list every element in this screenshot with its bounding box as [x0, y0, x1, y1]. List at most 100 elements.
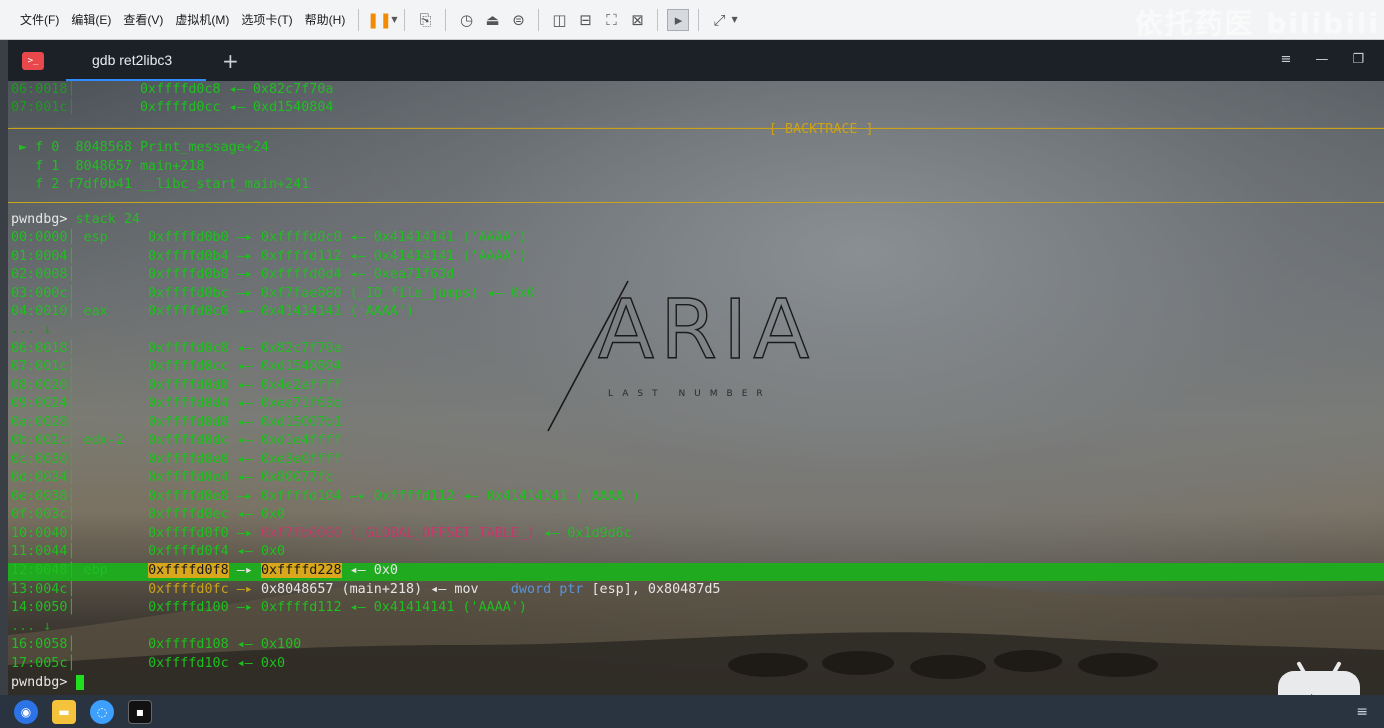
bilibili-play-icon[interactable] [1278, 671, 1360, 695]
file-manager-icon[interactable]: ▬ [52, 699, 76, 724]
terminal-line: 03:000c│ 0xffffd0bc —▸ 0xf7fae860 (_IO_f… [11, 285, 535, 303]
terminal-output[interactable]: ARIA LAST NUMBER 06:0018│ 0xffffd0c8 ◂— … [8, 81, 1384, 695]
terminal-text: 0xffffd0ec ◂— 0x0 [148, 507, 286, 522]
terminal-line: 0f:003c│ 0xffffd0ec ◂— 0x0 [11, 506, 285, 524]
terminal-line: ... ↓ [11, 321, 51, 339]
menu-file[interactable]: 文件(F) [14, 11, 65, 28]
menu-help[interactable]: 帮助(H) [299, 11, 352, 28]
terminal-tabbar: >_ gdb ret2libc3 + ≡ — ❐ [8, 40, 1384, 81]
terminal-text: 0xffffd0f8 [148, 563, 229, 578]
vmware-menubar: 文件(F) 编辑(E) 查看(V) 虚拟机(M) 选项卡(T) 帮助(H) ❚❚… [0, 0, 1384, 40]
toolbar-separator [445, 8, 447, 31]
terminal-text: ... ↓ [11, 619, 52, 634]
aria-logo-subtitle: LAST NUMBER [608, 389, 772, 399]
terminal-line: 13:004c│ 0xffffd0fc —▸ 0x8048657 (main+2… [11, 581, 720, 599]
terminal-line: ► f 0 8048568 Print_message+24 [11, 139, 269, 157]
terminal-line: 00:0000│ esp 0xffffd0b0 —▸ 0xffffd0c0 ◂—… [11, 229, 527, 247]
terminal-line: 14:0050│ 0xffffd100 —▸ 0xffffd112 ◂— 0x4… [11, 599, 527, 617]
stretch-icon[interactable]: ⤢ [708, 9, 730, 31]
terminal-line: 16:0058│ 0xffffd108 ◂— 0x100 [11, 636, 301, 654]
terminal-line: 0a:0028│ 0xffffd0d8 ◂— 0xd15007b1 [11, 414, 342, 432]
terminal-text: 0x8048657 (main+218) ◂— mov [260, 582, 511, 597]
terminal-text: 0f:003c│ [11, 507, 149, 522]
snapshot-manager-icon[interactable]: ⊜ [507, 9, 529, 31]
terminal-line: 07:001c│ 0xffffd0cc ◂— 0xd1540804 [11, 99, 333, 117]
terminal-text: 06:0018│ [11, 82, 76, 97]
terminal-text: , 0x80487d5 [631, 582, 721, 597]
terminal-text: ► f 0 8048568 Print_message+24 [11, 140, 269, 155]
terminal-text: 0a:0028│ [11, 415, 149, 430]
terminal-text: 16:0058│ [11, 637, 149, 652]
terminal-text: 0d:0034│ [11, 470, 149, 485]
terminal-text: 0xffffd0f0 —▸ [148, 526, 261, 541]
terminal-text: 06:0018│ [11, 341, 149, 356]
toolbar-separator [538, 8, 540, 31]
terminal-text: 00:0000│ esp [11, 230, 149, 245]
chevron-down-icon[interactable]: ▼ [391, 15, 397, 24]
terminal-text: 08:0020│ [11, 378, 149, 393]
terminal-text: 0xffffd0e4 ◂— 0x80077fc [148, 470, 334, 485]
sidebar-toggle-icon[interactable]: ◫ [548, 9, 570, 31]
terminal-text: 0xffffd0e0 ◂— 0xe3e0ffff [148, 452, 342, 467]
terminal-cursor [75, 674, 84, 690]
terminal-icon: >_ [22, 51, 44, 70]
terminal-line: 07:001c│ 0xffffd0cc ◂— 0xd1540804 [11, 358, 342, 376]
terminal-line: f 1 8048657 main+218 [11, 158, 204, 176]
terminal-text: 0xffffd0b8 —▸ 0xffffd0d4 ◂— 0xea71f63d [148, 267, 455, 282]
pause-icon[interactable]: ❚❚ [367, 9, 392, 31]
terminal-text: 13:004c│ [11, 582, 149, 597]
maximize-icon[interactable]: ❐ [1352, 52, 1364, 67]
snapshot-icon[interactable]: ◷ [455, 9, 477, 31]
chevron-down-icon[interactable]: ▼ [731, 15, 737, 24]
unity-icon[interactable]: ⊠ [626, 9, 648, 31]
terminal-text: 0xffffd0b4 —▸ 0xffffd112 ◂— 0x41414141 (… [148, 249, 527, 264]
terminal-text: 0xffffd0c8 ◂— 0x82c7f70a [148, 341, 342, 356]
terminal-text: 0xffffd0fc —▸ [148, 582, 261, 597]
terminal-line: pwndbg> [11, 674, 84, 692]
terminal-text: 03:000c│ [11, 286, 149, 301]
terminal-text: ◂— 0x0 [341, 563, 398, 578]
thumbnail-bar-icon[interactable]: ⊟ [574, 9, 596, 31]
terminal-taskbar-icon[interactable]: ▪ [128, 699, 152, 724]
browser-icon[interactable]: ◌ [90, 699, 114, 724]
fullscreen-icon[interactable]: ⛶ [600, 9, 622, 31]
minimize-icon[interactable]: — [1315, 52, 1328, 67]
terminal-text: 0xffffd0bc —▸ 0xf7fae860 (_IO_file_jumps… [148, 286, 536, 301]
menu-vm[interactable]: 虚拟机(M) [169, 11, 235, 28]
start-icon[interactable]: ◉ [14, 699, 38, 724]
tray-menu-icon[interactable]: ≡ [1356, 704, 1368, 720]
terminal-text: stack 24 [75, 212, 141, 227]
terminal-text: 0xffffd0cc ◂— 0xd1540804 [148, 359, 342, 374]
toolbar-separator [358, 8, 360, 31]
terminal-line: ... ↓ [11, 618, 51, 636]
send-ctrl-alt-del-icon[interactable]: ⎘ [414, 9, 436, 31]
terminal-line: 0c:0030│ 0xffffd0e0 ◂— 0xe3e0ffff [11, 451, 342, 469]
terminal-text: ◂— 0x1d9d6c [535, 526, 632, 541]
terminal-line: 09:0024│ 0xffffd0d4 ◂— 0xea71f63d [11, 395, 342, 413]
menu-view[interactable]: 查看(V) [117, 11, 169, 28]
terminal-text: 01:0004│ [11, 249, 149, 264]
terminal-text: 0e:0038│ [11, 489, 149, 504]
menu-icon[interactable]: ≡ [1280, 52, 1291, 67]
menu-edit[interactable]: 编辑(E) [65, 11, 117, 28]
tab-gdb[interactable]: gdb ret2libc3 [66, 40, 206, 81]
revert-snapshot-icon[interactable]: ⏏ [481, 9, 503, 31]
aria-logo: ARIA LAST NUMBER [547, 280, 815, 432]
terminal-line: 08:0020│ 0xffffd0d0 ◂— 0x4e2affff [11, 377, 342, 395]
terminal-line: f 2 f7df0b41 __libc_start_main+241 [11, 176, 309, 194]
terminal-line: 0e:0038│ 0xffffd0e8 —▸ 0xffffd104 —▸ 0xf… [11, 488, 640, 506]
terminal-line: 04:0010│ eax 0xffffd0c0 ◂— 0x41414141 ('… [11, 303, 414, 321]
aria-logo-text: ARIA [598, 283, 815, 378]
backtrace-rule-bottom [8, 202, 1384, 203]
terminal-text: 04:0010│ eax [11, 304, 149, 319]
menu-tabs[interactable]: 选项卡(T) [235, 11, 298, 28]
console-view-icon[interactable]: ▸ [667, 8, 690, 31]
terminal-text: 12:0048│ ebp [11, 563, 149, 578]
terminal-text: 0xf7fb0000 (_GLOBAL_OFFSET_TABLE_) [260, 526, 536, 541]
new-tab-button[interactable]: + [222, 49, 239, 73]
window-controls: ≡ — ❐ [1280, 52, 1364, 67]
terminal-text: 0xffffd0c8 ◂— 0x82c7f70a [140, 82, 334, 97]
terminal-text: [esp] [591, 582, 632, 597]
